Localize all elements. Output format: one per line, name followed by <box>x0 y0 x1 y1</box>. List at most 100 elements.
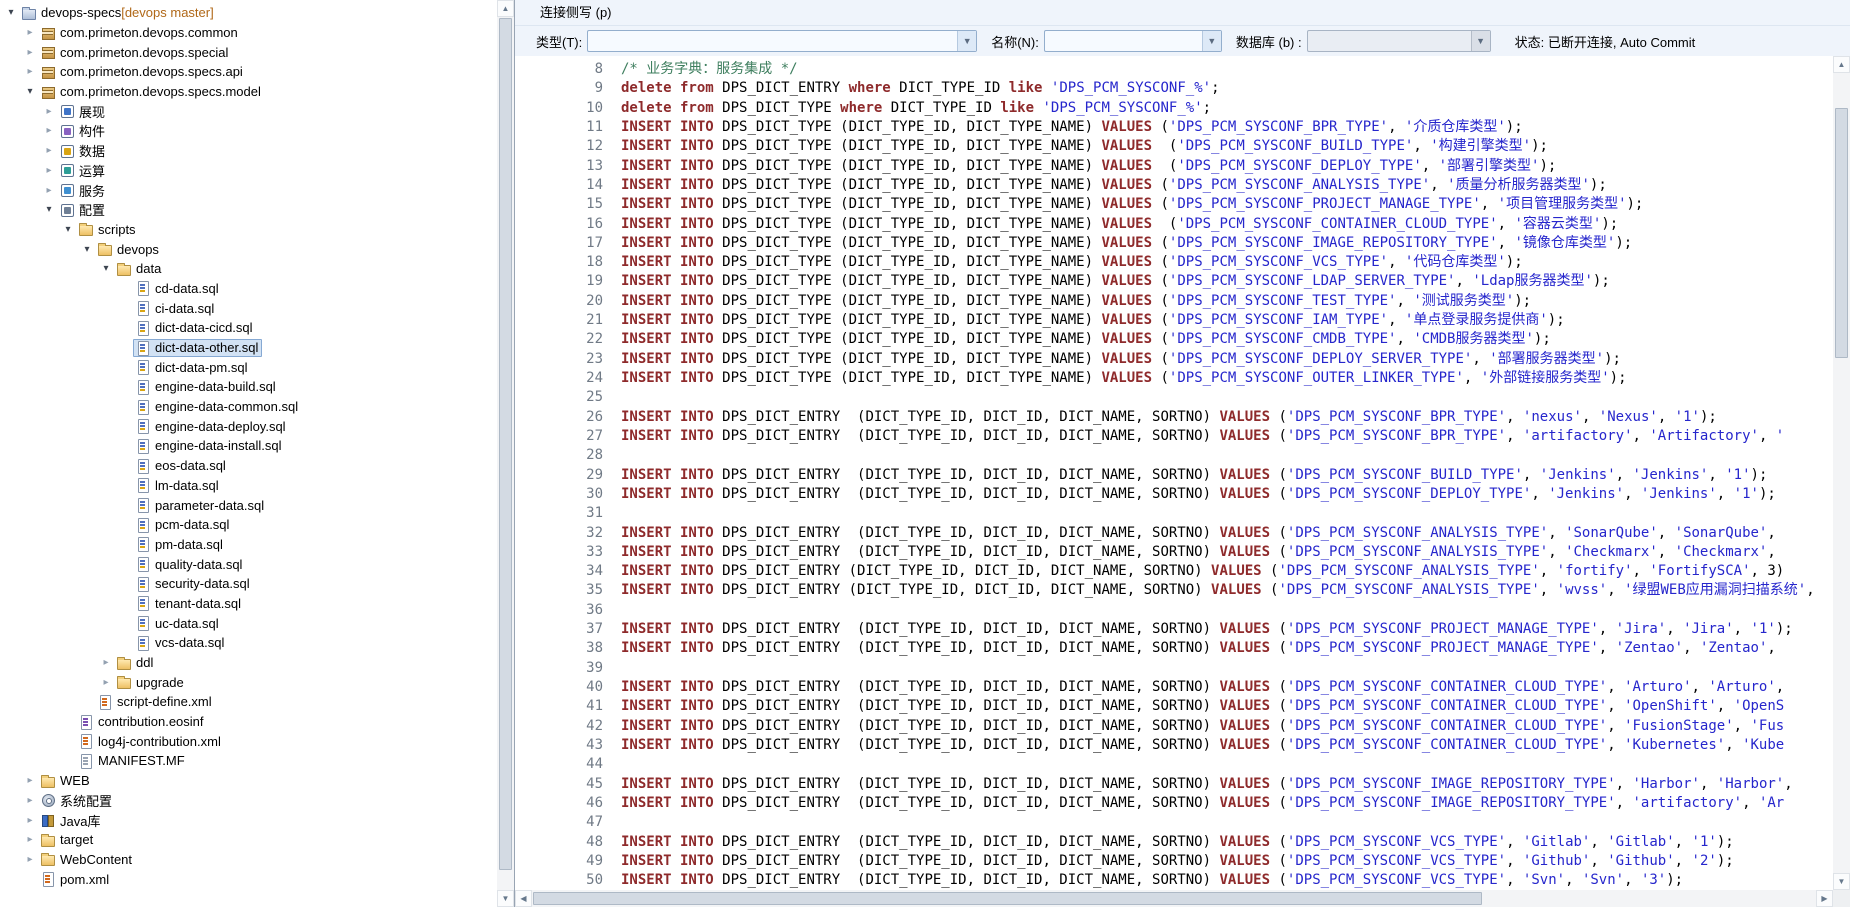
tree-item-contribution.eosinf[interactable]: contribution.eosinf <box>0 712 497 732</box>
tree-item--[interactable]: ▸系统配置 <box>0 791 497 811</box>
editor-vscrollbar-thumb[interactable] <box>1835 108 1848 358</box>
tree-item-pm-data.sql[interactable]: pm-data.sql <box>0 535 497 555</box>
tree-expand-icon[interactable]: ▸ <box>22 775 38 786</box>
tree-item-scripts[interactable]: ▾scripts <box>0 220 497 240</box>
tree-expand-icon[interactable]: ▸ <box>22 815 38 826</box>
tree-expand-icon[interactable]: ▸ <box>41 145 57 156</box>
tree-item-quality-data.sql[interactable]: quality-data.sql <box>0 554 497 574</box>
tree-item-engine-data-build.sql[interactable]: engine-data-build.sql <box>0 377 497 397</box>
tree-expand-icon[interactable]: ▸ <box>98 657 114 668</box>
tree-item--[interactable]: ▾配置 <box>0 200 497 220</box>
tree-item-engine-data-deploy.sql[interactable]: engine-data-deploy.sql <box>0 416 497 436</box>
tree-item-pom.xml[interactable]: pom.xml <box>0 869 497 889</box>
tree-item-com.primeton.devops.specs.model[interactable]: ▾com.primeton.devops.specs.model <box>0 82 497 102</box>
tree-item-tenant-data.sql[interactable]: tenant-data.sql <box>0 594 497 614</box>
tree-expand-icon[interactable]: ▸ <box>22 47 38 58</box>
tree-item-WebContent[interactable]: ▸WebContent <box>0 850 497 870</box>
tree-item-security-data.sql[interactable]: security-data.sql <box>0 574 497 594</box>
tree-expand-icon[interactable]: ▸ <box>41 106 57 117</box>
scroll-left-icon[interactable]: ◀ <box>515 890 532 907</box>
tree-item-upgrade[interactable]: ▸upgrade <box>0 672 497 692</box>
sql-code-editor[interactable]: 8/* 业务字典：服务集成 */9delete from DPS_DICT_EN… <box>515 56 1833 890</box>
editor-vertical-scrollbar[interactable]: ▲ ▼ <box>1833 56 1850 890</box>
line-number: 23 <box>515 350 603 369</box>
tree-item-devops[interactable]: ▾devops <box>0 239 497 259</box>
tree-item-dict-data-pm.sql[interactable]: dict-data-pm.sql <box>0 357 497 377</box>
tree-item-eos-data.sql[interactable]: eos-data.sql <box>0 456 497 476</box>
tree-item-com.primeton.devops.specs.api[interactable]: ▸com.primeton.devops.specs.api <box>0 62 497 82</box>
tree-item-vcs-data.sql[interactable]: vcs-data.sql <box>0 633 497 653</box>
tree-expand-icon[interactable]: ▸ <box>22 834 38 845</box>
editor-hscrollbar-thumb[interactable] <box>533 892 1482 905</box>
tree-item-data[interactable]: ▾data <box>0 259 497 279</box>
tree-collapse-icon[interactable]: ▾ <box>60 224 76 235</box>
tree-item-ci-data.sql[interactable]: ci-data.sql <box>0 298 497 318</box>
scroll-up-icon[interactable]: ▲ <box>1833 56 1850 73</box>
tree-item--[interactable]: ▸运算 <box>0 161 497 181</box>
tree-item-content: cd-data.sql <box>133 279 223 297</box>
tree-item-dict-data-cicd.sql[interactable]: dict-data-cicd.sql <box>0 318 497 338</box>
tree-expand-icon[interactable]: ▸ <box>22 795 38 806</box>
tree-expand-icon[interactable]: ▸ <box>41 125 57 136</box>
tree-item-devops-specs[interactable]: ▾devops-specs [devops master] <box>0 3 497 23</box>
scroll-right-icon[interactable]: ▶ <box>1816 890 1833 907</box>
tree-scrollbar[interactable]: ▲ ▼ <box>497 0 514 907</box>
tree-item-label: ci-data.sql <box>155 301 214 316</box>
tree-item-MANIFEST.MF[interactable]: MANIFEST.MF <box>0 751 497 771</box>
tree-item-parameter-data.sql[interactable]: parameter-data.sql <box>0 495 497 515</box>
tree-expand-icon[interactable]: ▸ <box>22 27 38 38</box>
tree-collapse-icon[interactable]: ▾ <box>3 7 19 18</box>
tree-expand-icon[interactable]: ▸ <box>41 185 57 196</box>
tree-item-log4j-contribution.xml[interactable]: log4j-contribution.xml <box>0 731 497 751</box>
tree-item-dict-data-other.sql[interactable]: dict-data-other.sql <box>0 338 497 358</box>
tree-item-engine-data-install.sql[interactable]: engine-data-install.sql <box>0 436 497 456</box>
code-line-40: 40INSERT INTO DPS_DICT_ENTRY (DICT_TYPE_… <box>515 678 1833 697</box>
tree-item-content: security-data.sql <box>133 575 254 593</box>
tree-item-engine-data-common.sql[interactable]: engine-data-common.sql <box>0 397 497 417</box>
tree-item-label: tenant-data.sql <box>155 596 241 611</box>
tree-expand-icon[interactable]: ▸ <box>22 66 38 77</box>
tree-item-lm-data.sql[interactable]: lm-data.sql <box>0 476 497 496</box>
tree-item-content: dict-data-other.sql <box>133 339 262 357</box>
editor-horizontal-scrollbar[interactable]: ◀ ▶ <box>515 890 1833 907</box>
tree-collapse-icon[interactable]: ▾ <box>79 244 95 255</box>
scroll-up-icon[interactable]: ▲ <box>497 0 514 17</box>
tree-item-target[interactable]: ▸ target <box>0 830 497 850</box>
tree-collapse-icon[interactable]: ▾ <box>22 86 38 97</box>
tree-item-pcm-data.sql[interactable]: pcm-data.sql <box>0 515 497 535</box>
tree-item--[interactable]: ▸服务 <box>0 180 497 200</box>
tree-item-ddl[interactable]: ▸ddl <box>0 653 497 673</box>
tree-item--[interactable]: ▸数据 <box>0 141 497 161</box>
tree-collapse-icon[interactable]: ▾ <box>98 263 114 274</box>
project-tree[interactable]: ▾devops-specs [devops master]▸com.primet… <box>0 0 497 907</box>
tree-item-script-define.xml[interactable]: script-define.xml <box>0 692 497 712</box>
type-combo[interactable]: ▼ <box>587 30 977 52</box>
tree-item-uc-data.sql[interactable]: uc-data.sql <box>0 613 497 633</box>
tree-expand-icon[interactable]: ▸ <box>98 677 114 688</box>
tree-item-label: security-data.sql <box>155 576 250 591</box>
scroll-down-icon[interactable]: ▼ <box>1833 873 1850 890</box>
name-combo[interactable]: ▼ <box>1044 30 1222 52</box>
line-number: 49 <box>515 852 603 871</box>
tree-expand-icon[interactable]: ▸ <box>41 165 57 176</box>
tree-item-com.primeton.devops.common[interactable]: ▸com.primeton.devops.common <box>0 23 497 43</box>
tree-item-Java-[interactable]: ▸ Java库 <box>0 810 497 830</box>
tree-item-label: target <box>60 832 93 847</box>
tree-scrollbar-thumb[interactable] <box>499 18 512 870</box>
tree-item-cd-data.sql[interactable]: cd-data.sql <box>0 279 497 299</box>
tree-item-content: script-define.xml <box>95 693 216 711</box>
tree-item-WEB[interactable]: ▸WEB <box>0 771 497 791</box>
tree-expand-icon[interactable]: ▸ <box>22 854 38 865</box>
tree-item--[interactable]: ▸展现 <box>0 101 497 121</box>
tree-collapse-icon[interactable]: ▾ <box>41 204 57 215</box>
connection-toolbar: 连接侧写 (p) 类型(T): ▼ 名称(N): ▼ 数据库 (b) : ▼ 状… <box>515 0 1850 57</box>
tree-item-com.primeton.devops.special[interactable]: ▸com.primeton.devops.special <box>0 42 497 62</box>
database-combo[interactable]: ▼ <box>1307 30 1491 52</box>
line-number: 45 <box>515 775 603 794</box>
code-line-24: 24INSERT INTO DPS_DICT_TYPE (DICT_TYPE_I… <box>515 369 1833 388</box>
tree-item--[interactable]: ▸构件 <box>0 121 497 141</box>
mf-icon <box>78 753 94 769</box>
tree-item-label: Java库 <box>60 811 100 830</box>
code-line-47: 47 <box>515 813 1833 832</box>
scroll-down-icon[interactable]: ▼ <box>497 890 514 907</box>
